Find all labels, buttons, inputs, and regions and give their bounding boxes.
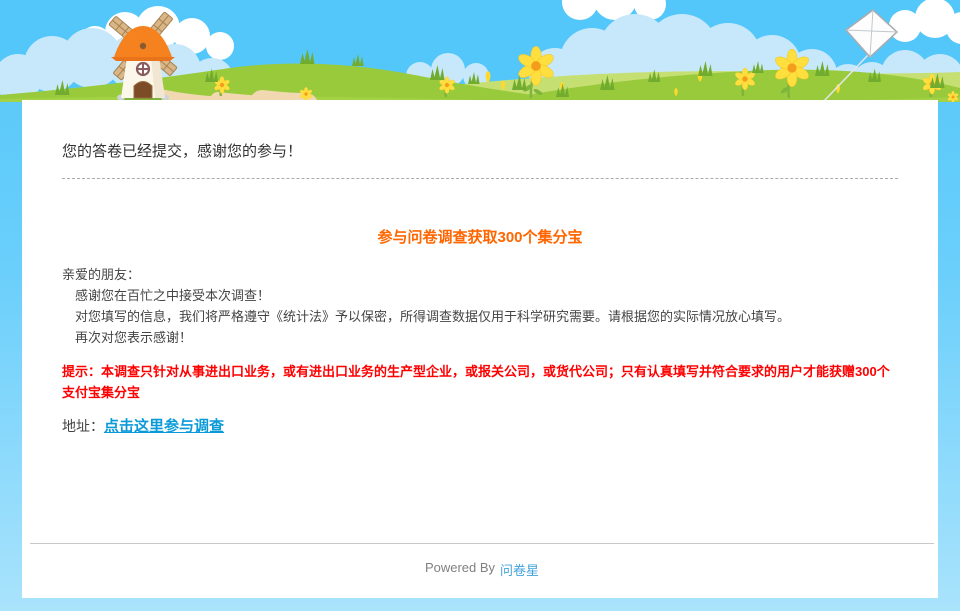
content-card: 您的答卷已经提交，感谢您的参与！ 参与问卷调查获取300个集分宝 亲爱的朋友： … xyxy=(22,100,938,598)
page-footer: Powered By 问卷星 xyxy=(30,543,934,598)
survey-finish-page: { "colors": { "sky": "#54C7FA", "page_bo… xyxy=(0,0,960,611)
submitted-message: 您的答卷已经提交，感谢您的参与！ xyxy=(62,143,303,160)
address-label: 地址： xyxy=(62,418,104,434)
promo-title: 参与问卷调查获取300个集分宝 xyxy=(377,229,583,246)
tip-text: 提示：本调查只针对从事进出口业务，或有进出口业务的生产型企业，或报关公司，或货代… xyxy=(62,364,890,400)
windmill-door xyxy=(133,81,153,99)
greeting-line: 亲爱的朋友： xyxy=(62,267,141,282)
windmill-window xyxy=(135,61,151,77)
survey-participate-link[interactable]: 点击这里参与调查 xyxy=(104,418,224,435)
address-line: 地址：点击这里参与调查 xyxy=(62,415,898,436)
greeting-line: 感谢您在百忙之中接受本次调查！ xyxy=(75,288,271,303)
brand-link[interactable]: 问卷星 xyxy=(500,560,539,579)
dashed-divider xyxy=(62,178,898,179)
greeting-block: 亲爱的朋友： 感谢您在百忙之中接受本次调查！ 对您填写的信息，我们将严格遵守《统… xyxy=(62,264,898,348)
greeting-line: 对您填写的信息，我们将严格遵守《统计法》予以保密，所得调查数据仅用于科学研究需要… xyxy=(75,309,791,324)
greeting-line: 再次对您表示感谢！ xyxy=(75,330,193,345)
powered-by-label: Powered By xyxy=(424,560,496,575)
header-illustration xyxy=(0,0,960,102)
